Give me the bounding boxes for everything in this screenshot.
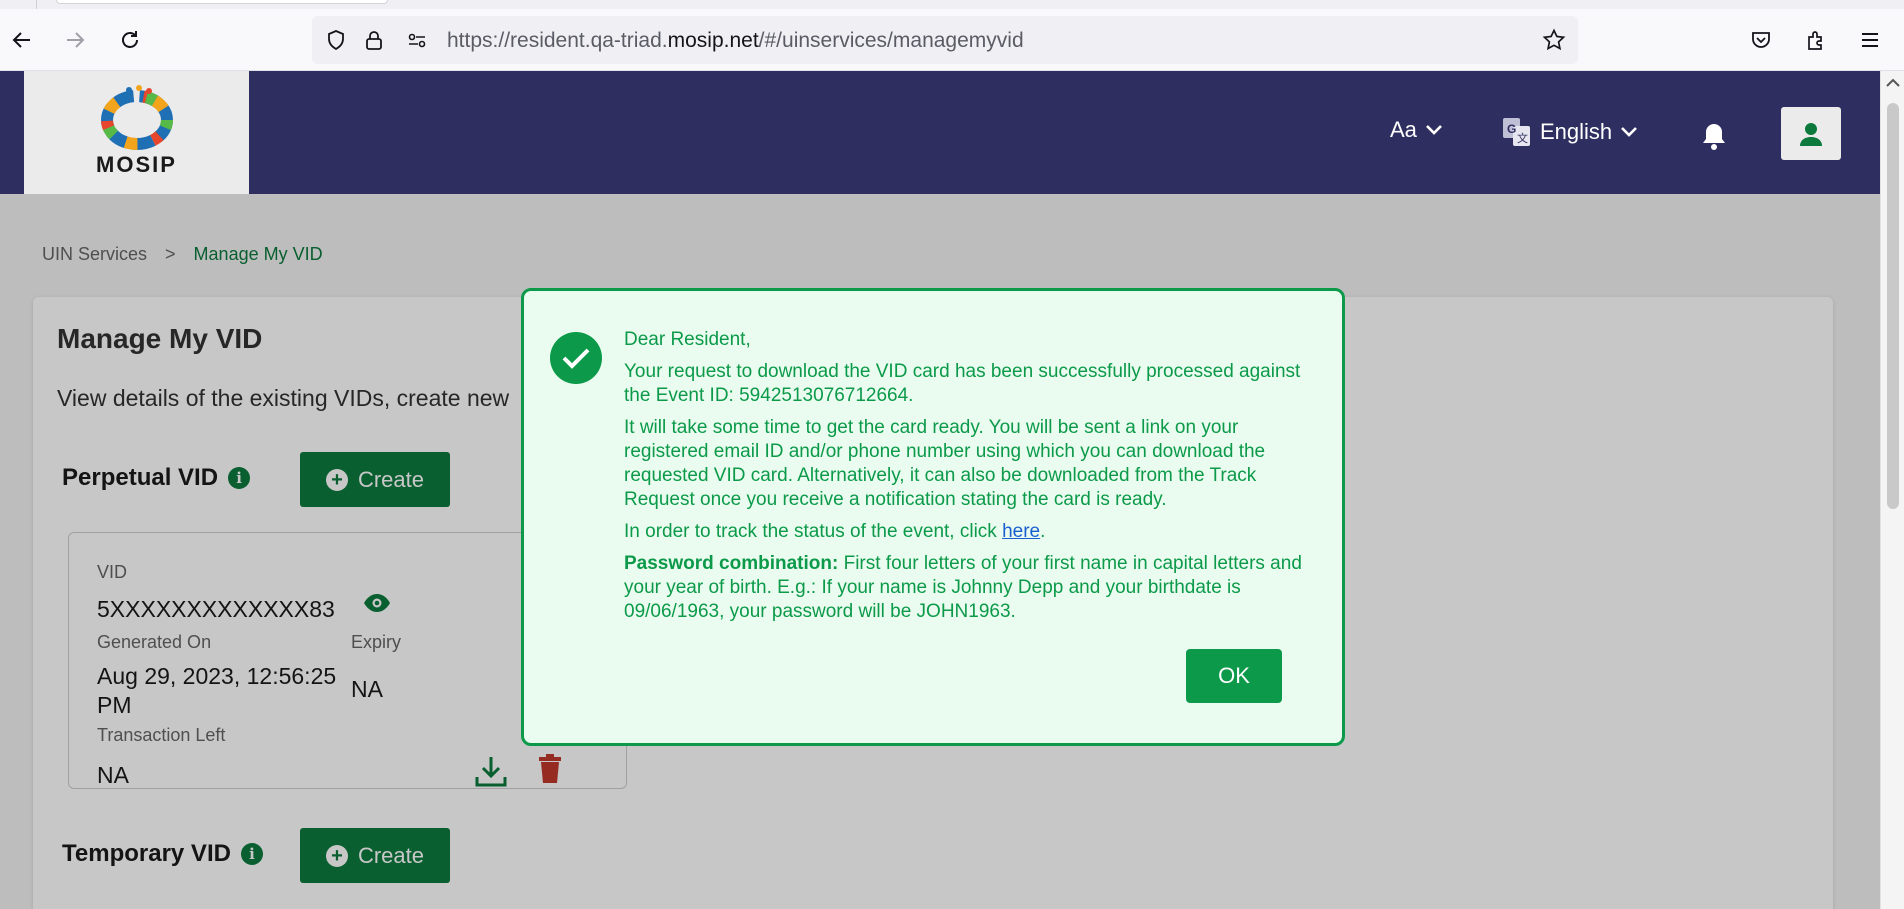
check-icon xyxy=(562,348,590,369)
url-bar[interactable]: https://resident.qa-triad.mosip.net/#/ui… xyxy=(312,16,1578,64)
dialog-line-processed: Your request to download the VID card ha… xyxy=(624,361,1301,406)
translate-icon: G 文 xyxy=(1503,118,1530,146)
user-icon xyxy=(1800,122,1822,146)
dialog-password-line: Password combination: First four letters… xyxy=(624,552,1304,624)
profile-button[interactable] xyxy=(1781,107,1841,160)
back-button[interactable] xyxy=(5,23,39,57)
back-icon xyxy=(12,32,30,48)
menu-button[interactable] xyxy=(1853,23,1887,57)
forward-button[interactable] xyxy=(58,23,92,57)
language-label: English xyxy=(1540,119,1613,144)
browser-tabstrip xyxy=(0,0,1904,9)
pocket-button[interactable] xyxy=(1744,23,1778,57)
track-suffix: . xyxy=(1040,521,1046,542)
dialog-greeting: Dear Resident, xyxy=(624,329,751,350)
active-tab[interactable] xyxy=(56,0,388,4)
chevron-down-icon xyxy=(1426,125,1442,135)
success-check-badge xyxy=(550,332,602,384)
font-size-dropdown[interactable]: Aa xyxy=(1390,117,1443,143)
logo-emblem xyxy=(100,85,173,150)
bookmark-star-icon[interactable] xyxy=(1542,28,1566,52)
dialog-message: Dear Resident, Your request to download … xyxy=(624,328,1304,632)
pocket-icon xyxy=(1752,32,1770,48)
url-text[interactable]: https://resident.qa-triad.mosip.net/#/ui… xyxy=(447,29,1024,53)
browser-toolbar: https://resident.qa-triad.mosip.net/#/ui… xyxy=(0,9,1904,71)
permissions-icon[interactable] xyxy=(405,28,429,52)
reload-button[interactable] xyxy=(113,23,147,57)
bell-icon xyxy=(1703,124,1725,150)
lock-icon[interactable] xyxy=(362,28,386,52)
shield-icon[interactable] xyxy=(324,28,348,52)
forward-icon xyxy=(67,32,85,48)
password-label: Password combination: xyxy=(624,553,839,574)
extensions-button[interactable] xyxy=(1799,23,1833,57)
app-header: MOSIP Aa G 文 English xyxy=(0,71,1880,194)
svg-text:文: 文 xyxy=(1517,131,1528,145)
page-scrollbar[interactable] xyxy=(1880,71,1904,909)
url-path: /#/uinservices/managemyvid xyxy=(758,29,1024,52)
track-here-link[interactable]: here xyxy=(1002,521,1040,542)
logo-text: MOSIP xyxy=(96,152,177,177)
ok-button[interactable]: OK xyxy=(1186,649,1282,703)
mosip-logo[interactable]: MOSIP xyxy=(24,71,249,194)
chevron-down-icon xyxy=(1621,127,1638,137)
notifications-button[interactable] xyxy=(1700,121,1728,151)
extensions-icon xyxy=(1808,31,1822,50)
tab-separator xyxy=(36,0,37,9)
language-dropdown[interactable]: G 文 English xyxy=(1502,117,1638,147)
success-dialog: Dear Resident, Your request to download … xyxy=(521,288,1345,746)
svg-text:G: G xyxy=(1507,122,1516,136)
reload-icon xyxy=(122,31,138,48)
track-prefix: In order to track the status of the even… xyxy=(624,521,1003,542)
url-prefix: https://resident.qa-triad. xyxy=(447,29,668,52)
dialog-line-card-ready: It will take some time to get the card r… xyxy=(624,417,1266,510)
dialog-track-line: In order to track the status of the even… xyxy=(624,520,1304,544)
menu-icon xyxy=(1862,33,1878,47)
url-host: mosip.net xyxy=(667,29,759,52)
scroll-up-icon[interactable] xyxy=(1886,78,1900,88)
font-size-label: Aa xyxy=(1390,117,1417,142)
scrollbar-thumb[interactable] xyxy=(1887,103,1899,509)
